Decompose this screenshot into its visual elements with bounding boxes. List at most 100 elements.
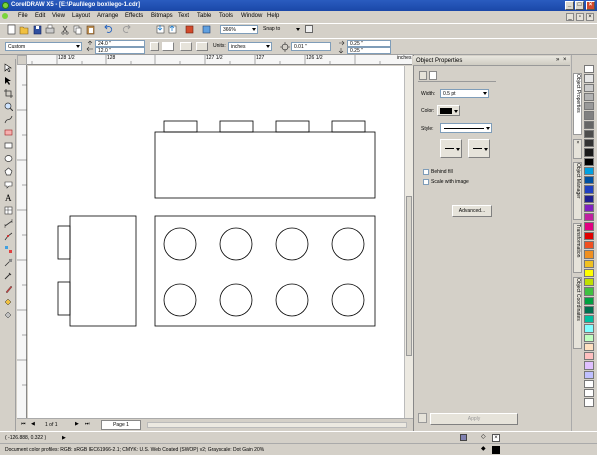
fill-status-icon[interactable] xyxy=(460,434,467,441)
portrait-button[interactable] xyxy=(150,42,159,51)
smart-fill-tool-icon[interactable] xyxy=(4,128,13,137)
palette-swatch[interactable] xyxy=(584,342,594,352)
units-dropdown[interactable]: inches xyxy=(228,42,272,51)
palette-swatch[interactable] xyxy=(584,213,594,222)
palette-swatch[interactable] xyxy=(584,83,594,92)
menu-table[interactable]: Table xyxy=(197,11,211,22)
palette-swatch[interactable] xyxy=(584,102,594,111)
document-icon[interactable] xyxy=(2,13,8,19)
minimize-button[interactable]: _ xyxy=(565,1,574,10)
palette-swatch[interactable] xyxy=(584,231,594,240)
nudge-distance-field[interactable]: 0.01 " xyxy=(291,42,331,51)
tab-object-manager[interactable]: Object Manager xyxy=(573,162,582,220)
color-eyedropper-tool-icon[interactable] xyxy=(4,271,13,280)
menu-layout[interactable]: Layout xyxy=(72,11,90,22)
doc-close-button[interactable]: × xyxy=(586,13,594,21)
palette-swatch[interactable] xyxy=(584,148,594,157)
palette-swatch[interactable] xyxy=(584,194,594,203)
interactive-fill-tool-icon[interactable] xyxy=(4,310,13,319)
palette-swatch[interactable] xyxy=(584,166,594,176)
doc-restore-button[interactable]: ▫ xyxy=(576,13,584,21)
menu-edit[interactable]: Edit xyxy=(35,11,45,22)
palette-swatch[interactable] xyxy=(584,185,594,194)
palette-swatch[interactable] xyxy=(584,379,594,389)
menu-help[interactable]: Help xyxy=(267,11,279,22)
palette-swatch[interactable] xyxy=(584,65,594,74)
no-fill-swatch[interactable]: × xyxy=(492,434,500,442)
menu-tools[interactable]: Tools xyxy=(219,11,233,22)
docker-options-icon[interactable]: » xyxy=(556,57,559,63)
scrollbar-thumb[interactable] xyxy=(406,196,412,356)
palette-swatch[interactable] xyxy=(584,74,594,83)
advanced-button[interactable]: Advanced... xyxy=(452,205,492,217)
menu-effects[interactable]: Effects xyxy=(125,11,143,22)
zoom-level-dropdown[interactable]: 366% xyxy=(220,25,258,34)
last-page-icon[interactable]: ⏭ xyxy=(85,421,91,428)
fill-tool-icon[interactable] xyxy=(4,297,13,306)
zoom-tool-icon[interactable] xyxy=(4,102,13,111)
shape-tool-icon[interactable] xyxy=(4,76,13,85)
crop-tool-icon[interactable] xyxy=(4,89,13,98)
duplicate-y-field[interactable]: 0.25 " xyxy=(347,47,391,54)
palette-swatch[interactable] xyxy=(584,305,594,315)
palette-swatch[interactable] xyxy=(584,250,594,259)
menu-text[interactable]: Text xyxy=(178,11,189,22)
rectangle-tool-icon[interactable] xyxy=(4,141,13,150)
vertical-ruler[interactable] xyxy=(17,65,27,418)
horizontal-scrollbar[interactable] xyxy=(147,422,407,428)
menu-view[interactable]: View xyxy=(52,11,65,22)
polygon-tool-icon[interactable] xyxy=(4,167,13,176)
options-icon[interactable] xyxy=(305,25,313,33)
doc-minimize-button[interactable]: _ xyxy=(566,13,574,21)
tab-transformation[interactable]: Transformation xyxy=(573,223,582,273)
fill-none-icon[interactable]: ◇ xyxy=(481,434,489,442)
outline-pen-tool-icon[interactable] xyxy=(4,284,13,293)
palette-swatch[interactable] xyxy=(584,157,594,166)
end-arrow-selector[interactable] xyxy=(468,139,490,158)
palette-swatch[interactable] xyxy=(584,92,594,102)
palette-swatch[interactable] xyxy=(584,203,594,213)
outline-color-picker[interactable] xyxy=(437,105,460,116)
start-arrow-selector[interactable] xyxy=(440,139,462,158)
pick-tool-icon[interactable] xyxy=(4,63,13,72)
fill-tab-icon[interactable] xyxy=(419,71,427,80)
blend-tool-icon[interactable] xyxy=(4,245,13,254)
basic-shapes-tool-icon[interactable] xyxy=(4,180,13,189)
transparency-tool-icon[interactable] xyxy=(4,258,13,267)
menu-arrange[interactable]: Arrange xyxy=(97,11,118,22)
table-tool-icon[interactable] xyxy=(4,206,13,215)
lock-icon[interactable] xyxy=(418,413,427,423)
maximize-button[interactable]: □ xyxy=(575,1,584,10)
palette-swatch[interactable] xyxy=(584,222,594,231)
duplicate-x-field[interactable]: 0.25 " xyxy=(347,40,391,47)
palette-swatch[interactable] xyxy=(584,296,594,305)
landscape-button[interactable] xyxy=(162,42,174,51)
close-button[interactable]: × xyxy=(586,1,595,10)
current-page-button[interactable] xyxy=(196,42,208,51)
menu-file[interactable]: File xyxy=(18,11,28,22)
palette-swatch[interactable] xyxy=(584,139,594,148)
horizontal-ruler[interactable]: 128 1/2 128 127 1/2 127 126 1/2 inches xyxy=(27,55,412,65)
close-docker-tab[interactable]: × xyxy=(573,139,582,159)
palette-swatch[interactable] xyxy=(584,120,594,129)
ruler-origin[interactable] xyxy=(17,55,27,65)
tab-object-coordinates[interactable]: Object Coordinates xyxy=(573,277,582,349)
outline-width-dropdown[interactable]: 0.5 pt xyxy=(440,89,489,98)
drawing-canvas[interactable] xyxy=(28,66,404,418)
connector-tool-icon[interactable] xyxy=(4,232,13,241)
palette-swatch[interactable] xyxy=(584,324,594,333)
palette-swatch[interactable] xyxy=(584,111,594,120)
text-tool-icon[interactable]: A xyxy=(4,193,13,202)
menu-bitmaps[interactable]: Bitmaps xyxy=(151,11,173,22)
previous-page-icon[interactable]: ◀ xyxy=(31,421,37,428)
outline-color-swatch[interactable] xyxy=(492,446,500,454)
first-page-icon[interactable]: ⏮ xyxy=(21,421,27,428)
palette-swatch[interactable] xyxy=(584,361,594,370)
apply-button[interactable]: Apply xyxy=(430,413,518,425)
palette-swatch[interactable] xyxy=(584,259,594,268)
freehand-tool-icon[interactable] xyxy=(4,115,13,124)
palette-swatch[interactable] xyxy=(584,352,594,361)
next-page-icon[interactable]: ▶ xyxy=(75,421,81,428)
palette-swatch[interactable] xyxy=(584,315,594,324)
palette-swatch[interactable] xyxy=(584,389,594,398)
